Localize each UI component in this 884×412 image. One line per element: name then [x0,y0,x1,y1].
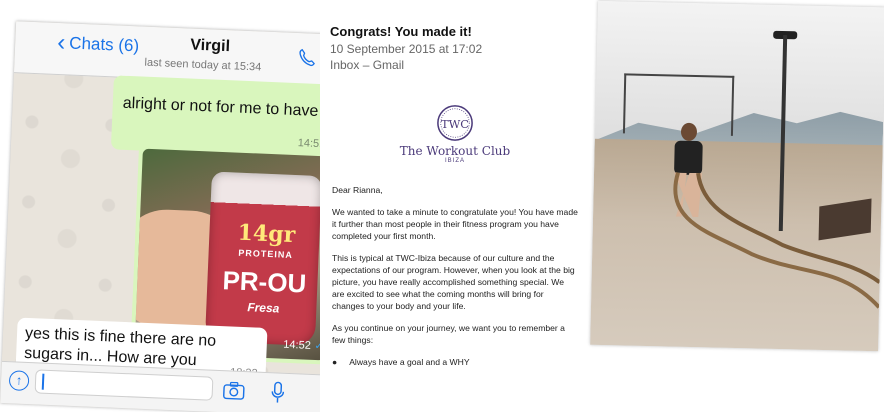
message-text: alright or not for me to have . [122,94,328,121]
bullet-icon: ● [332,357,338,367]
email-date: 10 September 2015 at 17:02 [330,42,483,56]
workout-club-logo-icon: TWC [437,105,473,141]
battle-rope-icon [673,172,881,309]
workout-photo [590,0,884,352]
list-item-text: Always have a goal and a WHY [349,357,470,367]
email-folder[interactable]: Inbox – Gmail [330,58,404,72]
pot-label-line: PR-OU [221,265,307,299]
text-cursor [41,373,45,390]
phone-icon[interactable] [296,47,317,68]
attach-icon[interactable]: ↑ [8,370,30,392]
email-screenshot: Congrats! You made it! 10 September 2015… [320,14,588,412]
pot-label-line: PROTEINA [238,247,294,261]
back-button[interactable]: ‹ Chats (6) [56,28,140,57]
brand-name: The Workout Club [399,144,511,158]
pot-label-line: Fresa [247,300,280,316]
pot-label: 14gr PROTEINA PR-OU Fresa [218,220,312,320]
last-seen-status: last seen today at 15:34 [144,56,262,74]
chat-screenshot: ‹ Chats (6) Virgil last seen today at 15… [0,21,348,412]
svg-text:TWC: TWC [441,117,469,131]
list-item: ● Always have a goal and a WHY [332,356,578,368]
contact-name[interactable]: Virgil [190,37,230,57]
email-greeting: Dear Rianna, [332,185,383,195]
brand-location: IBIZA [444,158,465,164]
email-paragraph: This is typical at TWC-Ibiza because of … [332,253,575,311]
email-body: Dear Rianna, We wanted to take a minute … [332,184,578,368]
message-input[interactable] [34,369,214,401]
microphone-icon[interactable] [270,381,285,404]
message-time: 14:52 [283,338,312,352]
email-paragraph: We wanted to take a minute to congratula… [332,207,578,241]
collage: ‹ Chats (6) Virgil last seen today at 15… [0,0,884,412]
email-subject: Congrats! You made it! [330,24,472,39]
email-paragraph: As you continue on your journey, we want… [332,323,565,345]
camera-icon[interactable] [222,381,245,400]
back-label: Chats (6) [68,33,140,56]
chevron-left-icon: ‹ [56,28,66,57]
